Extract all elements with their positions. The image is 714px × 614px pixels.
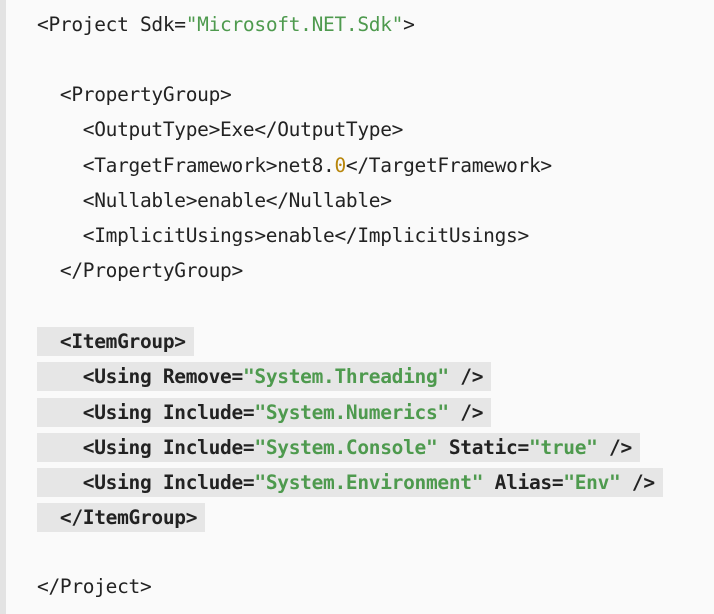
tag-text: <ImplicitUsings>enable</ImplicitUsings> xyxy=(82,223,529,247)
tag-text: <Project Sdk= xyxy=(37,13,186,36)
code-line-itemgroup-open: <ItemGroup> xyxy=(37,323,663,358)
tag-text: </ItemGroup> xyxy=(59,505,198,529)
code-line-using-remove: <Using Remove="System.Threading" /> xyxy=(37,358,663,393)
tag-text: </TargetFramework> xyxy=(345,153,552,177)
code-line-nullable: <Nullable>enable</Nullable> xyxy=(37,183,663,218)
tag-text: /> xyxy=(597,435,632,459)
code-line-project-open: <Project Sdk="Microsoft.NET.Sdk"> xyxy=(37,7,663,42)
tag-text: <Using Include= xyxy=(82,435,255,459)
highlighted-code: <Using Include="System.Console" Static="… xyxy=(37,432,640,462)
tag-text: </PropertyGroup> xyxy=(59,258,243,282)
tag-text: Alias= xyxy=(483,470,564,494)
attr-value: "System.Threading" xyxy=(242,365,449,389)
code-line-using-numerics: <Using Include="System.Numerics" /> xyxy=(37,394,663,429)
attr-value: "System.Numerics" xyxy=(254,400,449,424)
attr-value: "System.Environment" xyxy=(254,470,484,494)
highlighted-code: </ItemGroup> xyxy=(37,502,206,532)
code-line-implicitusings: <ImplicitUsings>enable</ImplicitUsings> xyxy=(37,218,663,253)
code-line-outputtype: <OutputType>Exe</OutputType> xyxy=(37,112,663,147)
code-line-targetframework: <TargetFramework>net8.0</TargetFramework… xyxy=(37,148,663,183)
tag-text: Static= xyxy=(437,435,529,459)
tag-text: <Using Remove= xyxy=(82,365,243,389)
highlighted-code: <ItemGroup> xyxy=(37,327,194,357)
tag-text: <OutputType>Exe</OutputType> xyxy=(82,118,404,142)
tag-text: <Using Include= xyxy=(82,470,255,494)
tag-text: <ItemGroup> xyxy=(59,330,186,354)
tag-text: <Nullable>enable</Nullable> xyxy=(82,188,392,212)
tag-text: /> xyxy=(448,365,484,389)
tag-text: /> xyxy=(620,470,655,494)
code-line-using-environment: <Using Include="System.Environment" Alia… xyxy=(37,464,663,499)
attr-value: "System.Console" xyxy=(254,435,438,459)
tag-text: <Using Include= xyxy=(82,400,255,424)
code-block: <Project Sdk="Microsoft.NET.Sdk"> <Prope… xyxy=(0,0,714,614)
code-content: <Project Sdk="Microsoft.NET.Sdk"> <Prope… xyxy=(37,7,663,604)
tag-text: > xyxy=(403,13,415,36)
code-line-itemgroup-close: </ItemGroup> xyxy=(37,499,663,534)
highlighted-code: <Using Include="System.Numerics" /> xyxy=(37,397,492,427)
highlighted-code: <Using Include="System.Environment" Alia… xyxy=(37,467,663,497)
tag-text: /> xyxy=(448,400,484,424)
tag-text: <PropertyGroup> xyxy=(59,83,232,107)
number-value: 0 xyxy=(334,153,346,177)
tag-text: </Project> xyxy=(37,575,152,599)
code-line-using-console: <Using Include="System.Console" Static="… xyxy=(37,429,663,464)
attr-value: "true" xyxy=(528,435,598,459)
code-line-project-close: </Project> xyxy=(37,569,663,604)
attr-value: "Env" xyxy=(563,470,621,494)
attr-value: "Microsoft.NET.Sdk" xyxy=(185,13,404,36)
code-line-propertygroup-open: <PropertyGroup> xyxy=(37,77,663,112)
code-line-propertygroup-close: </PropertyGroup> xyxy=(37,253,663,288)
highlighted-code: <Using Remove="System.Threading" /> xyxy=(37,362,492,392)
tag-text: <TargetFramework>net8. xyxy=(82,153,335,177)
